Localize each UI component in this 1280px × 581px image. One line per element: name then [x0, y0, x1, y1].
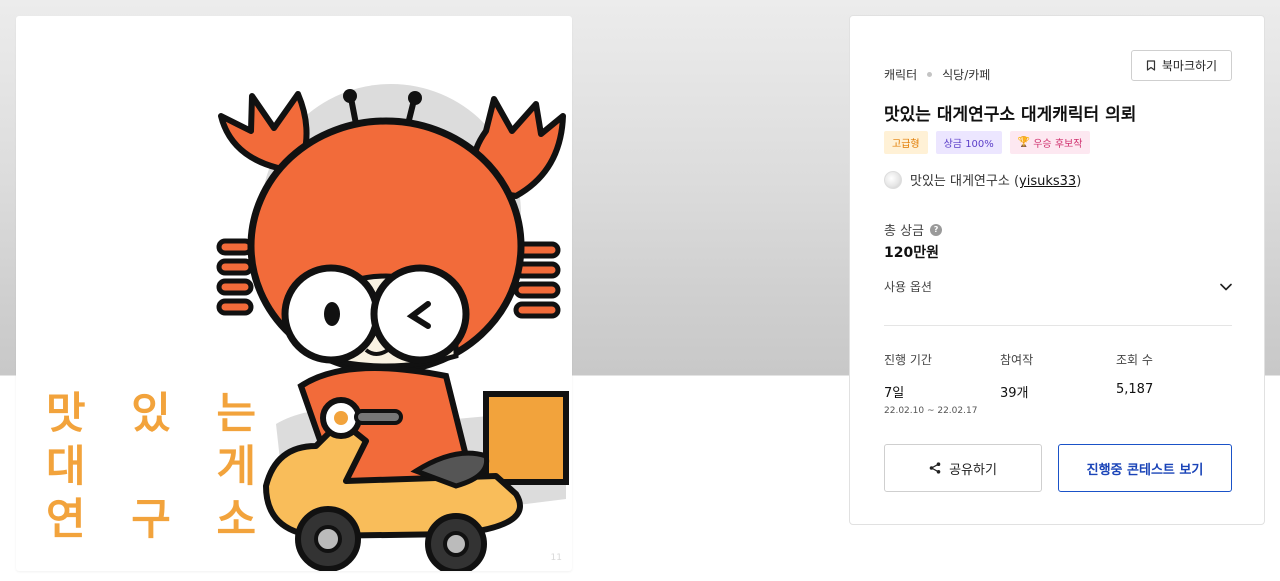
- breadcrumb-category[interactable]: 캐릭터: [884, 66, 917, 83]
- period-range: 22.02.10 ~ 22.02.17: [884, 406, 978, 416]
- entries-label: 참여작: [1000, 353, 1034, 367]
- bookmark-label: 북마크하기: [1161, 59, 1218, 73]
- contest-entry-image[interactable]: 맛 있 는 대 게 연 구 소 11: [16, 16, 572, 571]
- help-icon[interactable]: ?: [930, 223, 943, 236]
- image-watermark: 11: [550, 553, 562, 563]
- divider: [884, 325, 1232, 326]
- total-prize-label: 총 상금 ?: [884, 220, 943, 239]
- badge-list: 고급형 상금 100% 🏆 우승 후보작: [884, 131, 1091, 154]
- chevron-down-icon: [1220, 283, 1232, 290]
- contest-stats: 진행 기간 7일 22.02.10 ~ 22.02.17 참여작 39개 조회 …: [884, 351, 1232, 416]
- breadcrumb-subcategory[interactable]: 식당/카페: [942, 66, 990, 83]
- bookmark-button[interactable]: 북마크하기: [1131, 50, 1232, 81]
- logo-char: 구: [131, 495, 171, 545]
- bookmark-icon: [1146, 60, 1155, 71]
- trophy-icon: 🏆: [1017, 137, 1031, 148]
- logo-char: 있: [131, 389, 171, 439]
- period-label: 진행 기간: [884, 353, 932, 367]
- logo-char: 대: [46, 442, 86, 492]
- logo-row-2: 대 게: [46, 441, 256, 494]
- stat-views: 조회 수 5,187: [1116, 351, 1232, 416]
- prize-badge: 상금 100%: [935, 131, 1002, 154]
- host-info: 맛있는 대게연구소 (yisuks33): [884, 170, 1081, 189]
- usage-options-label: 사용 옵션: [884, 280, 932, 294]
- share-button[interactable]: 공유하기: [884, 444, 1042, 492]
- winner-badge: 🏆 우승 후보작: [1009, 131, 1091, 154]
- contest-info-panel: 캐릭터 식당/카페 북마크하기 맛있는 대게연구소 대게캐릭터 의뢰 고급형 상…: [849, 15, 1265, 525]
- views-value: 5,187: [1116, 382, 1154, 397]
- total-prize-value: 120만원: [884, 245, 939, 261]
- grade-badge: 고급형: [884, 131, 928, 154]
- stat-entries: 참여작 39개: [1000, 351, 1116, 416]
- logo-wordmark: 맛 있 는 대 게 연 구 소: [46, 388, 256, 547]
- logo-char: 맛: [46, 389, 86, 439]
- total-prize-label-text: 총 상금: [884, 224, 925, 239]
- share-icon: [929, 462, 941, 474]
- stat-period: 진행 기간 7일 22.02.10 ~ 22.02.17: [884, 351, 1000, 416]
- logo-row-1: 맛 있 는: [46, 388, 256, 441]
- logo-row-3: 연 구 소: [46, 494, 256, 547]
- host-id-link[interactable]: yisuks33: [1019, 174, 1076, 189]
- view-ongoing-contest-button[interactable]: 진행중 콘테스트 보기: [1058, 444, 1232, 492]
- share-label: 공유하기: [949, 462, 997, 478]
- usage-options-toggle[interactable]: 사용 옵션: [884, 278, 1232, 295]
- winner-badge-label: 우승 후보작: [1033, 139, 1083, 150]
- logo-char: 게: [216, 442, 256, 492]
- breadcrumb: 캐릭터 식당/카페: [884, 66, 990, 83]
- logo-char: 소: [216, 495, 256, 545]
- views-label: 조회 수: [1116, 353, 1153, 367]
- period-value: 7일: [884, 386, 905, 401]
- host-name: 맛있는 대게연구소: [910, 174, 1010, 189]
- avatar: [884, 170, 902, 189]
- entries-value: 39개: [1000, 386, 1029, 401]
- contest-title: 맛있는 대게연구소 대게캐릭터 의뢰: [884, 105, 1137, 125]
- logo-char: 는: [216, 389, 256, 439]
- breadcrumb-separator: [927, 72, 933, 77]
- logo-char: 연: [46, 495, 86, 545]
